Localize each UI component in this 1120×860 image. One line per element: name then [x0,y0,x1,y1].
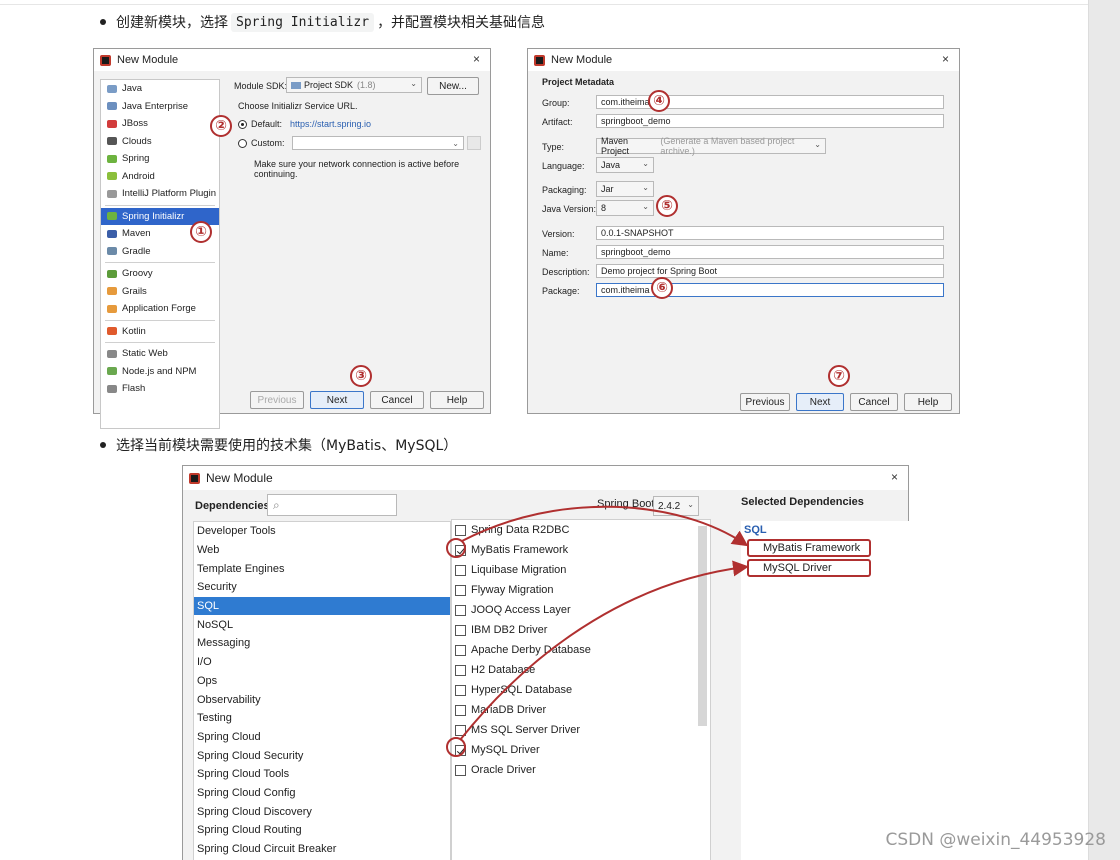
mysql-check-highlight [446,737,466,757]
watermark: CSDN @weixin_44953928 [885,830,1106,850]
mybatis-check-highlight [446,538,466,558]
arrow-mysql [459,560,749,741]
annotation-arrows [446,505,749,757]
arrow-mybatis [461,505,749,547]
